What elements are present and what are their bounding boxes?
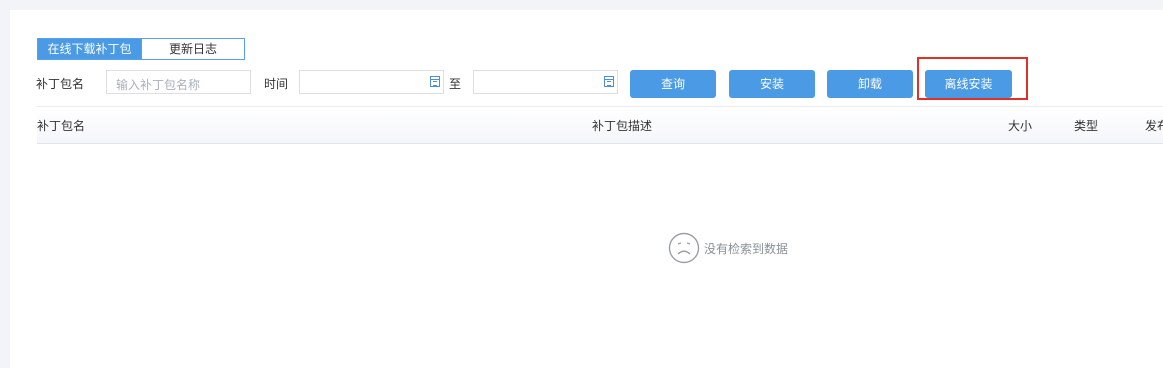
column-type[interactable]: 类型 [1074,117,1098,134]
tab-update-log[interactable]: 更新日志 [142,38,245,60]
empty-state-text: 没有检索到数据 [704,241,789,256]
tab-online-download[interactable]: 在线下载补丁包 [37,38,142,60]
range-separator: 至 [449,77,462,91]
patch-name-label: 补丁包名 [36,77,85,91]
column-size[interactable]: 大小 [1008,117,1032,134]
offline-install-highlight [917,57,1028,100]
install-button[interactable]: 安装 [729,70,815,98]
uninstall-button[interactable]: 卸载 [827,70,913,98]
tab-bar: 在线下载补丁包 更新日志 [37,38,245,60]
patch-name-input[interactable]: 输入补丁包名称 [106,70,251,94]
column-release[interactable]: 发布 [1145,117,1163,134]
calendar-icon[interactable] [430,76,440,87]
start-date-input[interactable] [299,70,444,94]
calendar-icon[interactable] [604,76,614,87]
query-button[interactable]: 查询 [630,70,716,98]
empty-state: 没有检索到数据 [668,232,788,264]
table-header: 补丁包名 补丁包描述 大小 类型 发布 [37,106,1163,144]
column-patch-name[interactable]: 补丁包名 [37,117,85,134]
column-patch-description[interactable]: 补丁包描述 [592,117,652,134]
patch-panel: 在线下载补丁包 更新日志 补丁包名 输入补丁包名称 时间 至 查询 安装 卸载 … [10,10,1163,368]
end-date-input[interactable] [473,70,618,94]
sad-face-icon [668,232,700,264]
patch-name-placeholder: 输入补丁包名称 [116,78,201,92]
time-label: 时间 [264,77,289,91]
